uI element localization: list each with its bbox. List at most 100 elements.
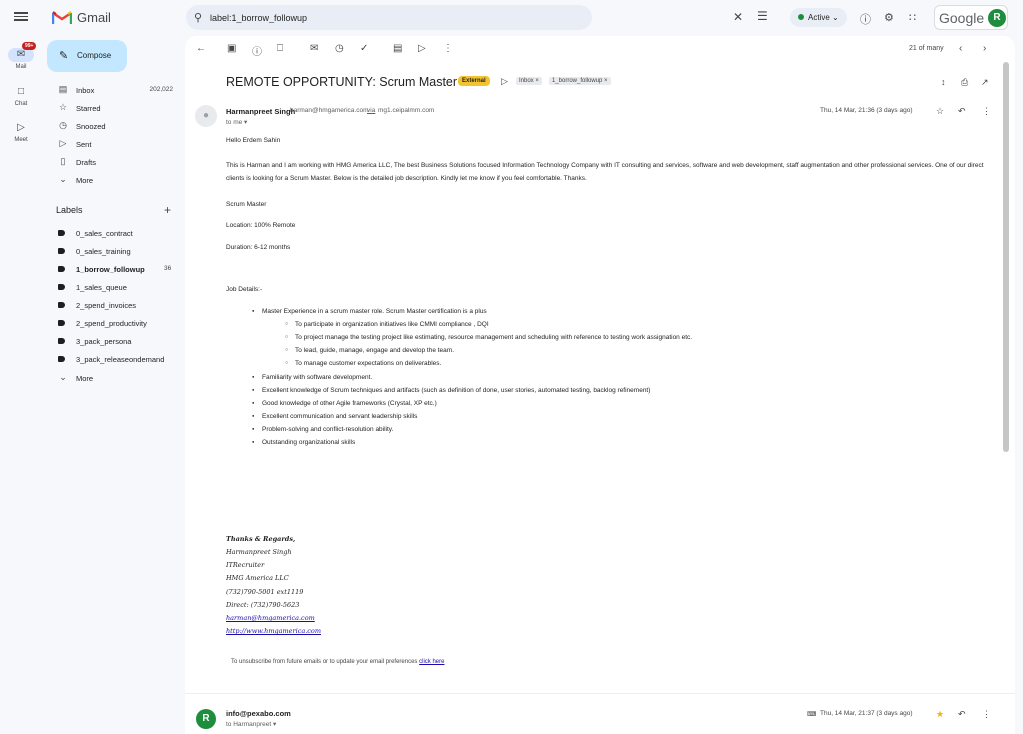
search-input[interactable] <box>210 10 510 25</box>
sidebar-item-label: Sent <box>76 140 92 149</box>
clear-search-icon[interactable]: ✕ <box>733 10 743 24</box>
snooze-icon[interactable]: ◷ <box>335 43 344 54</box>
report-spam-icon[interactable]: ⓘ <box>252 43 262 58</box>
label-name: 0_sales_contract <box>76 229 133 238</box>
label-chip-borrow[interactable]: 1_borrow_followup × <box>549 77 611 85</box>
duration-line: Duration: 6-12 months <box>226 244 291 251</box>
delete-icon[interactable]: ⎕ <box>277 43 283 54</box>
collapse-all-icon[interactable]: ↕ <box>941 77 946 87</box>
location-line: Location: 100% Remote <box>226 222 296 229</box>
account-avatar[interactable]: R <box>988 9 1006 27</box>
add-task-icon[interactable]: ✓ <box>360 43 368 54</box>
prev-page-icon[interactable]: ‹ <box>959 43 962 54</box>
apps-grid-icon[interactable]: ∷ <box>909 11 916 24</box>
sidebar-label-item[interactable]: 3_pack_persona <box>47 333 182 349</box>
sidebar-item-label: More <box>76 176 94 185</box>
gmail-wordmark[interactable]: Gmail <box>77 10 111 25</box>
label-count: 36 <box>164 265 172 272</box>
signature-email-link[interactable]: harman@hmgamerica.com <box>226 614 315 622</box>
scrollbar-thumb[interactable] <box>1003 62 1009 452</box>
job-details-heading: Job Details:- <box>226 286 263 293</box>
next-page-icon[interactable]: › <box>983 43 986 54</box>
back-icon[interactable]: ← <box>196 43 206 54</box>
job-bullet: Outstanding organizational skills <box>252 439 355 446</box>
sidebar-item-label: Snoozed <box>76 122 106 131</box>
sidebar-item-sent[interactable]: ▷ Sent <box>47 136 177 152</box>
sidebar-label-item[interactable]: 0_sales_contract <box>47 225 182 241</box>
signature-regards: Thanks & Regards, <box>226 535 296 543</box>
print-icon[interactable]: ⎙ <box>961 77 968 88</box>
sidebar-label-item[interactable]: 1_sales_queue <box>47 279 182 295</box>
compose-button[interactable]: ✎ Compose <box>47 40 127 72</box>
sidebar-label-item[interactable]: 0_sales_training <box>47 243 182 259</box>
reply-icon[interactable]: ↶ <box>958 709 966 720</box>
reply-sender-name[interactable]: info@pexabo.com <box>226 709 291 718</box>
label-name: 1_sales_queue <box>76 283 127 292</box>
sender-name[interactable]: Harmanpreet Singh <box>226 107 295 116</box>
label-tag-icon <box>58 284 65 290</box>
star-icon: ☆ <box>58 102 68 112</box>
job-sub-bullet: To project manage the testing project li… <box>285 334 692 341</box>
sidebar-label-item[interactable]: 2_spend_productivity <box>47 315 182 331</box>
status-button[interactable]: Active ⌄ <box>790 8 847 27</box>
job-bullet: Problem-solving and conflict-resolution … <box>252 426 393 433</box>
move-to-icon[interactable]: ▤ <box>393 43 402 54</box>
sidebar-item-label: Starred <box>76 104 101 113</box>
search-icon[interactable]: ⚲ <box>194 11 202 24</box>
archive-icon[interactable]: ▣ <box>227 43 236 54</box>
top-bar: Gmail ⚲ ✕ ☰ Active ⌄ ⓘ ⚙ ∷ Google R <box>0 0 1023 36</box>
reply-sender-avatar[interactable]: R <box>196 709 216 729</box>
labels-more-label: More <box>76 374 94 383</box>
google-wordmark: Google <box>939 10 985 26</box>
job-sub-bullet: To lead, guide, manage, engage and devel… <box>285 347 454 354</box>
label-name: 2_spend_invoices <box>76 301 137 310</box>
search-bar: ⚲ ✕ ☰ <box>186 5 768 30</box>
label-chip-inbox[interactable]: Inbox × <box>516 77 542 85</box>
sidebar-item-drafts[interactable]: ▯ Drafts <box>47 154 177 170</box>
sidebar-label-item[interactable]: 3_pack_releaseondemand <box>47 351 182 367</box>
sidebar-item-more[interactable]: ⌄ More <box>47 172 177 188</box>
signature-web-link[interactable]: http://www.hmgamerica.com <box>226 627 321 635</box>
sidebar-item-snoozed[interactable]: ◷ Snoozed <box>47 118 177 134</box>
label-tag-icon <box>58 338 65 344</box>
label-tag-icon <box>58 248 65 254</box>
chevron-down-icon: ⌄ <box>59 372 67 382</box>
sidebar-label-item-active[interactable]: 1_borrow_followup 36 <box>47 261 182 277</box>
page-count: 21 of many <box>909 45 944 52</box>
message-more-icon[interactable]: ⋮ <box>982 709 991 720</box>
rail-chat[interactable]: □ Chat <box>0 85 42 107</box>
search-options-icon[interactable]: ☰ <box>757 9 768 23</box>
reply-recipient[interactable]: to Harmanpreet ▾ <box>226 720 276 728</box>
via-link[interactable]: via <box>367 107 375 114</box>
importance-icon[interactable]: ▷ <box>501 76 508 87</box>
sidebar-item-starred[interactable]: ☆ Starred <box>47 100 177 116</box>
add-label-icon[interactable]: + <box>164 203 171 217</box>
sidebar-label-item[interactable]: 2_spend_invoices <box>47 297 182 313</box>
account-box[interactable]: Google R <box>934 5 1008 30</box>
sender-avatar[interactable]: ● <box>195 105 217 127</box>
rail-mail[interactable]: ✉ Mail <box>0 48 42 70</box>
settings-icon[interactable]: ⚙ <box>884 11 894 24</box>
sidebar-item-inbox[interactable]: ▤ Inbox 202,022 <box>47 82 177 98</box>
message-divider <box>185 693 1015 694</box>
open-new-window-icon[interactable]: ↗ <box>981 77 989 88</box>
labels-more[interactable]: ⌄ More <box>47 370 177 386</box>
main-menu-icon[interactable] <box>14 10 28 24</box>
recipient-details[interactable]: to me ▾ <box>226 118 247 126</box>
message-more-icon[interactable]: ⋮ <box>982 106 991 117</box>
mail-icon: ✉ <box>8 48 34 62</box>
help-icon[interactable]: ⓘ <box>860 11 871 27</box>
rail-meet-label: Meet <box>14 137 28 143</box>
unsubscribe-note: To unsubscribe from future emails or to … <box>231 659 444 665</box>
unsubscribe-link[interactable]: click here <box>419 659 444 665</box>
more-options-icon[interactable]: ⋮ <box>443 43 453 54</box>
gmail-logo-icon[interactable] <box>52 10 72 25</box>
rail-meet[interactable]: ▷ Meet <box>0 121 42 143</box>
reply-icon[interactable]: ↶ <box>958 106 966 117</box>
label-icon[interactable]: ▷ <box>418 43 426 54</box>
star-icon[interactable]: ☆ <box>936 106 944 117</box>
mark-unread-icon[interactable]: ✉ <box>310 43 318 54</box>
starred-icon[interactable]: ★ <box>936 709 944 720</box>
clock-icon: ◷ <box>59 120 67 130</box>
message-date: Thu, 14 Mar, 21:36 (3 days ago) <box>820 107 913 114</box>
